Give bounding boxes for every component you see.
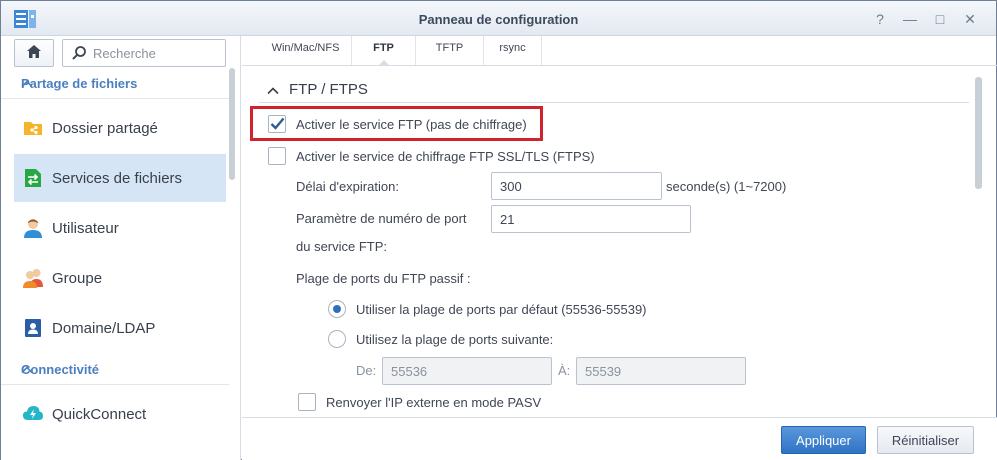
- range-from-field[interactable]: [382, 357, 552, 385]
- content-scrollbar[interactable]: [975, 77, 982, 189]
- maximize-icon[interactable]: □: [928, 9, 952, 29]
- section-header-connectivity[interactable]: Connectivité: [1, 355, 229, 385]
- ftp-settings-panel: FTP / FTPS Activer le service FTP (pas d…: [242, 67, 997, 417]
- timeout-unit: seconde(s) (1~7200): [666, 179, 787, 194]
- sidebar-item-user[interactable]: Utilisateur: [14, 204, 226, 252]
- timeout-field[interactable]: [491, 172, 662, 200]
- tab-win-mac-nfs[interactable]: Win/Mac/NFS: [260, 36, 352, 65]
- user-icon: [22, 217, 44, 239]
- sidebar-item-domain-ldap[interactable]: Domaine/LDAP: [14, 304, 226, 352]
- home-icon: [26, 44, 42, 63]
- passive-custom-row[interactable]: Utilisez la plage de ports suivante:: [328, 330, 553, 348]
- shared-folder-icon: [22, 117, 44, 139]
- report-external-ip-row[interactable]: Renvoyer l'IP externe en mode PASV: [298, 393, 541, 411]
- reset-button[interactable]: Réinitialiser: [877, 426, 974, 454]
- footer-bar: Appliquer Réinitialiser: [242, 417, 997, 460]
- range-to-field[interactable]: [576, 357, 746, 385]
- sidebar-item-label: Domaine/LDAP: [52, 319, 156, 337]
- section-title: FTP / FTPS: [289, 81, 368, 98]
- tab-ftp[interactable]: FTP: [352, 36, 416, 66]
- passive-custom-radio[interactable]: [328, 330, 346, 348]
- enable-ftp-checkbox[interactable]: [268, 115, 286, 133]
- help-icon[interactable]: ?: [868, 9, 892, 29]
- port-label-line2: du service FTP:: [296, 239, 388, 254]
- ftp-section-header[interactable]: FTP / FTPS: [259, 77, 969, 103]
- section-label: Connectivité: [21, 362, 100, 377]
- group-icon: [22, 267, 44, 289]
- passive-default-label: Utiliser la plage de ports par défaut (5…: [356, 301, 647, 317]
- range-from-label: De:: [356, 363, 377, 378]
- sidebar-item-label: QuickConnect: [52, 405, 147, 423]
- search-input[interactable]: [93, 44, 219, 62]
- title-bar: Panneau de configuration ? — □ ✕: [1, 1, 996, 36]
- home-button[interactable]: [14, 39, 54, 67]
- port-field[interactable]: [491, 205, 691, 233]
- report-external-ip-label: Renvoyer l'IP externe en mode PASV: [326, 394, 542, 410]
- enable-ftps-label: Activer le service de chiffrage FTP SSL/…: [296, 148, 595, 164]
- minimize-icon[interactable]: —: [898, 9, 922, 29]
- sidebar-item-label: Dossier partagé: [52, 119, 158, 137]
- sidebar: Partage de fichiers Dossier partagé: [1, 36, 241, 460]
- passive-custom-label: Utilisez la plage de ports suivante:: [356, 331, 554, 347]
- tab-tftp[interactable]: TFTP: [416, 36, 484, 65]
- sidebar-item-shared-folder[interactable]: Dossier partagé: [14, 104, 226, 152]
- search-box[interactable]: [62, 39, 226, 67]
- sidebar-item-label: Utilisateur: [52, 219, 119, 237]
- quickconnect-icon: [22, 403, 44, 425]
- range-to-label: À:: [558, 363, 571, 378]
- enable-ftp-row[interactable]: Activer le service FTP (pas de chiffrage…: [268, 115, 527, 133]
- file-services-icon: [22, 167, 44, 189]
- section-label: Partage de fichiers: [21, 76, 138, 91]
- timeout-label: Délai d'expiration:: [296, 179, 399, 194]
- enable-ftps-row[interactable]: Activer le service de chiffrage FTP SSL/…: [268, 147, 595, 165]
- port-label-line1: Paramètre de numéro de port: [296, 211, 467, 226]
- sidebar-scrollbar[interactable]: [229, 68, 235, 180]
- passive-default-row[interactable]: Utiliser la plage de ports par défaut (5…: [328, 300, 647, 318]
- domain-ldap-icon: [22, 317, 44, 339]
- tab-rsync[interactable]: rsync: [484, 36, 542, 65]
- search-icon: [71, 45, 87, 61]
- chevron-up-icon: [267, 84, 279, 96]
- control-panel-window: Panneau de configuration ? — □ ✕ Recherc…: [0, 0, 997, 460]
- tab-bar: Win/Mac/NFS FTP TFTP rsync: [242, 36, 997, 66]
- window-controls: ? — □ ✕: [868, 9, 982, 29]
- sidebar-item-label: Services de fichiers: [52, 169, 183, 187]
- passive-default-radio[interactable]: [328, 300, 346, 318]
- apply-button[interactable]: Appliquer: [781, 426, 866, 454]
- report-external-ip-checkbox[interactable]: [298, 393, 316, 411]
- passive-range-label: Plage de ports du FTP passif :: [296, 271, 471, 286]
- close-icon[interactable]: ✕: [958, 9, 982, 29]
- section-header-file-sharing[interactable]: Partage de fichiers: [1, 69, 229, 99]
- sidebar-item-label: Groupe: [52, 269, 103, 287]
- sidebar-item-group[interactable]: Groupe: [14, 254, 226, 302]
- sidebar-item-file-services[interactable]: Services de fichiers: [14, 154, 226, 202]
- window-title: Panneau de configuration: [418, 12, 579, 27]
- enable-ftps-checkbox[interactable]: [268, 147, 286, 165]
- enable-ftp-label: Activer le service FTP (pas de chiffrage…: [296, 116, 527, 132]
- sidebar-item-quickconnect[interactable]: QuickConnect: [14, 390, 226, 438]
